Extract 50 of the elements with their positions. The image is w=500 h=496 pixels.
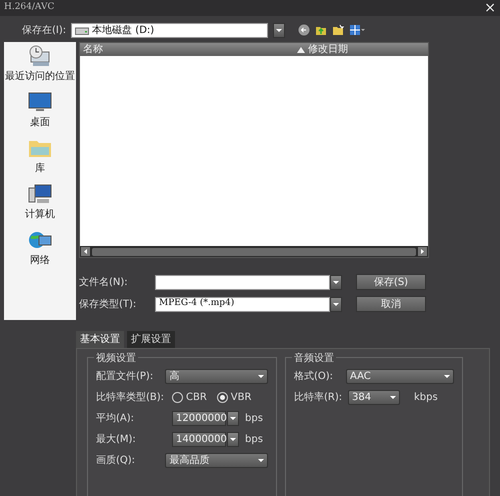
- file-type-combo[interactable]: MPEG-4 (*.mp4): [155, 296, 330, 312]
- scroll-left-icon[interactable]: [81, 247, 90, 256]
- window-title: H.264/AVC: [4, 1, 54, 14]
- dropdown-button[interactable]: [273, 22, 286, 38]
- field-label: 画质(Q):: [96, 454, 136, 468]
- field-label: 配置文件(P):: [96, 370, 154, 384]
- dropdown[interactable]: 384: [348, 390, 400, 405]
- new-folder-icon[interactable]: [332, 24, 344, 36]
- dropdown-button[interactable]: [227, 432, 239, 447]
- field-label: 平均(A):: [96, 412, 136, 426]
- sidebar-place[interactable]: 最近访问的位置: [5, 44, 75, 84]
- scroll-right-icon[interactable]: [418, 247, 427, 256]
- field-label: 保存类型(T):: [79, 298, 138, 312]
- horizontal-scrollbar[interactable]: [80, 246, 428, 257]
- desktop-icon: [27, 90, 53, 114]
- view-menu-icon[interactable]: [349, 24, 366, 36]
- close-button[interactable]: ×: [484, 1, 496, 15]
- tab[interactable]: 基本设置: [76, 331, 124, 348]
- location-combo[interactable]: 本地磁盘 (D:): [71, 22, 268, 38]
- save-button[interactable]: 保存(S): [356, 274, 426, 290]
- radio-option[interactable]: VBR: [216, 390, 252, 405]
- tab[interactable]: 扩展设置: [127, 331, 175, 348]
- field-label: 格式(O):: [294, 370, 334, 384]
- computer-icon: [27, 182, 53, 206]
- dropdown[interactable]: AAC: [346, 369, 454, 384]
- sidebar-place[interactable]: 桌面: [27, 90, 53, 130]
- unit-label: bps: [245, 433, 263, 447]
- number-field[interactable]: 14000000: [172, 432, 226, 447]
- sidebar-place[interactable]: 网络: [27, 228, 53, 268]
- file-name-field[interactable]: [155, 274, 330, 290]
- dropdown-button[interactable]: [330, 296, 342, 312]
- number-field[interactable]: 12000000: [172, 411, 226, 426]
- radio-option[interactable]: CBR: [172, 390, 207, 405]
- field-label: 比特率(R):: [294, 390, 344, 405]
- field-label: 最大(M):: [96, 432, 137, 447]
- back-icon[interactable]: [298, 24, 310, 36]
- dropdown-button[interactable]: [330, 274, 342, 290]
- field-label: 比特率类型(B):: [96, 390, 166, 405]
- up-folder-icon[interactable]: [315, 24, 328, 36]
- sidebar-place[interactable]: 计算机: [25, 182, 55, 222]
- save-in-label: 保存在(I):: [22, 24, 66, 38]
- dropdown[interactable]: 最高品质: [165, 453, 268, 468]
- cancel-button[interactable]: 取消: [356, 296, 426, 312]
- field-label: 文件名(N):: [79, 276, 129, 290]
- sidebar-place[interactable]: 库: [27, 136, 53, 176]
- dropdown-button[interactable]: [227, 411, 239, 426]
- unit-label: kbps: [414, 391, 438, 405]
- unit-label: bps: [245, 412, 263, 426]
- drive-icon: [75, 26, 90, 34]
- dropdown[interactable]: 高: [165, 369, 268, 384]
